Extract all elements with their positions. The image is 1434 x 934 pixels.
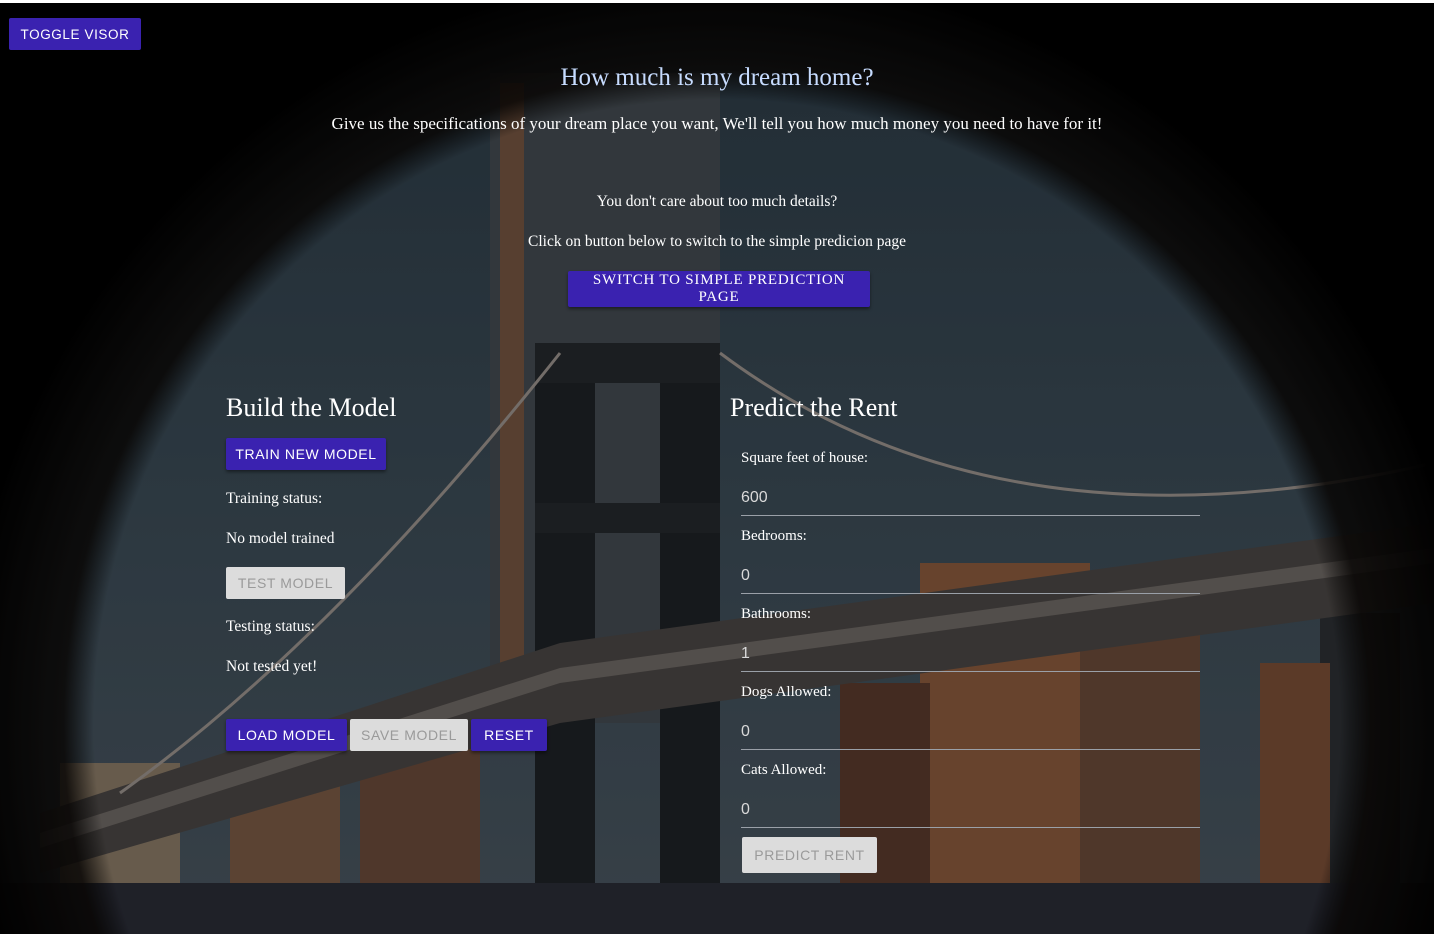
predict-rent-button[interactable]: Predict Rent xyxy=(742,837,877,873)
reset-button[interactable]: Reset xyxy=(471,719,547,751)
testing-status-value: Not tested yet! xyxy=(226,658,318,675)
bedrooms-label: Bedrooms: xyxy=(741,528,807,544)
simple-prompt-text: You don't care about too much details? xyxy=(596,193,838,210)
train-new-model-button[interactable]: Train New Model xyxy=(226,438,386,470)
bathrooms-input[interactable] xyxy=(741,636,1200,672)
cats-allowed-input[interactable] xyxy=(741,792,1200,828)
build-model-heading: Build the Model xyxy=(226,393,397,422)
test-model-button[interactable]: Test Model xyxy=(226,567,345,599)
simple-hint-text: Click on button below to switch to the s… xyxy=(528,233,906,250)
page-title: How much is my dream home? xyxy=(560,64,874,91)
training-status-value: No model trained xyxy=(226,530,335,547)
bridge-background-image xyxy=(0,3,1434,934)
switch-simple-page-button[interactable]: Switch to simple prediction page xyxy=(568,271,870,307)
dogs-allowed-input[interactable] xyxy=(741,714,1200,750)
predict-rent-heading: Predict the Rent xyxy=(730,393,898,422)
sqft-input[interactable] xyxy=(741,480,1200,516)
training-status-label: Training status: xyxy=(226,490,323,507)
load-model-button[interactable]: Load Model xyxy=(226,719,347,751)
dogs-allowed-label: Dogs Allowed: xyxy=(741,684,832,700)
sqft-label: Square feet of house: xyxy=(741,450,869,466)
bedrooms-input[interactable] xyxy=(741,558,1200,594)
bathrooms-label: Bathrooms: xyxy=(741,606,811,622)
save-model-button[interactable]: Save Model xyxy=(350,719,468,751)
background-photo xyxy=(0,3,1434,934)
page-subtitle: Give us the specifications of your dream… xyxy=(331,114,1103,133)
cats-allowed-label: Cats Allowed: xyxy=(741,762,827,778)
testing-status-label: Testing status: xyxy=(226,618,315,635)
toggle-visor-button[interactable]: Toggle Visor xyxy=(9,18,141,50)
